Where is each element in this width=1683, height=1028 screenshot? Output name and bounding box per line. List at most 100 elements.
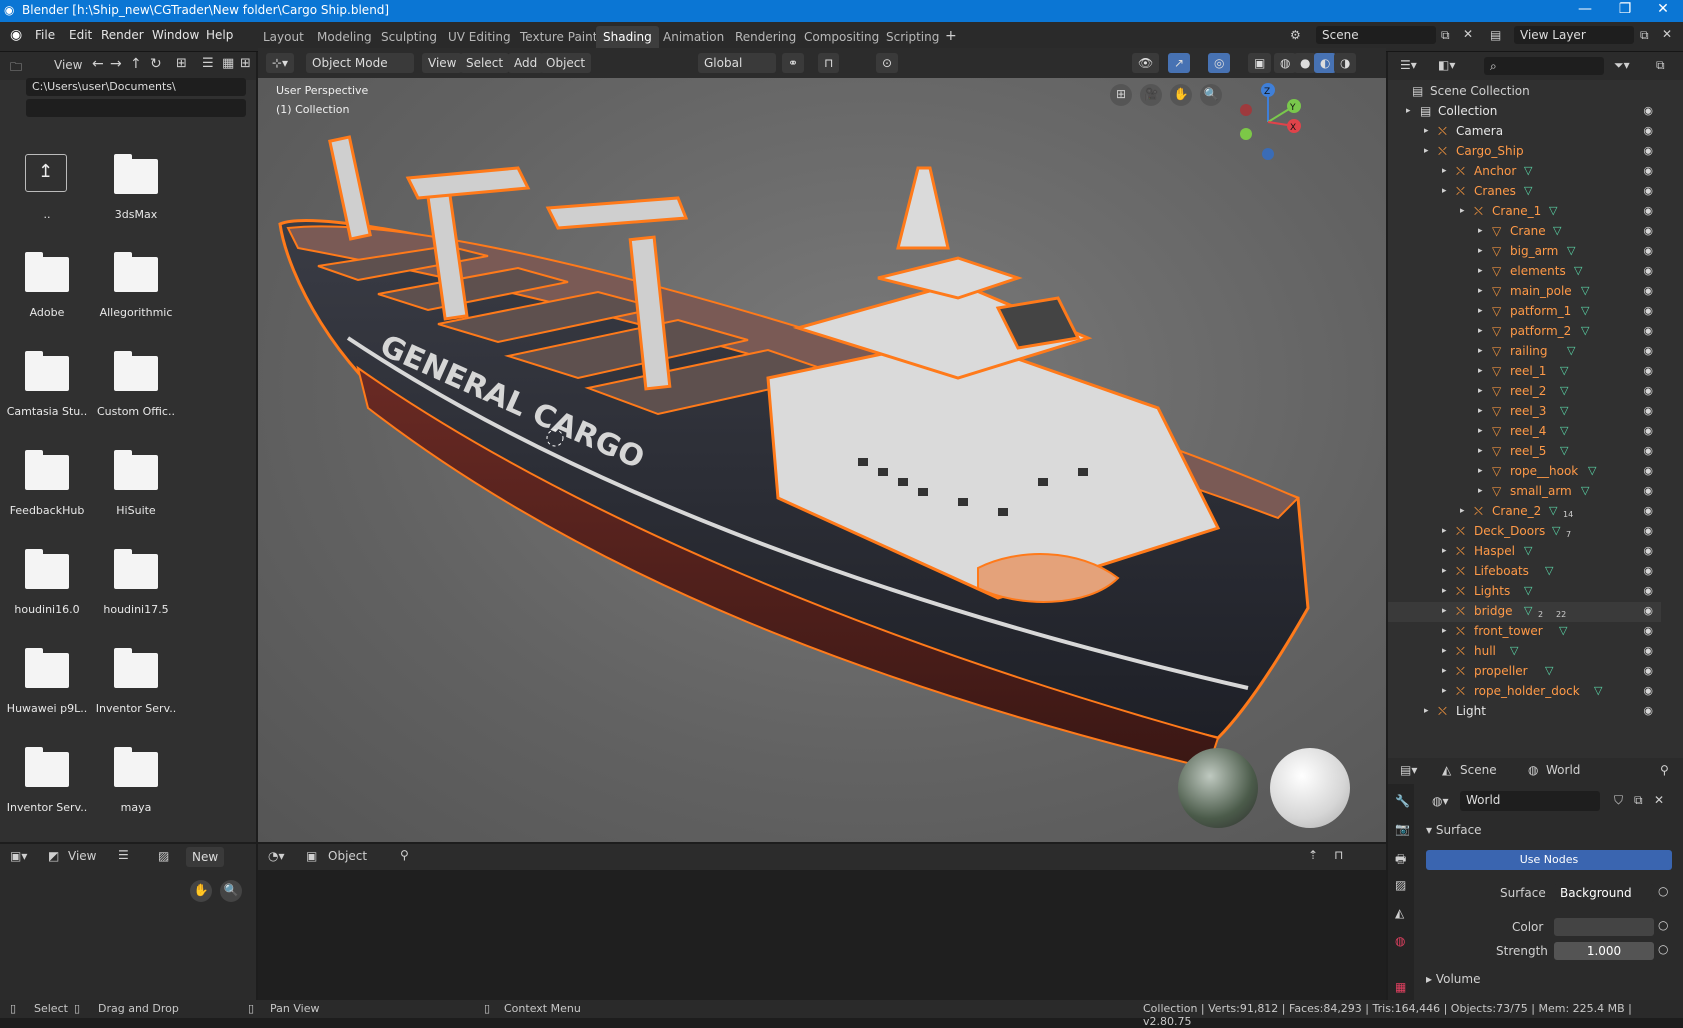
grid-view-icon[interactable]: ⊞ — [240, 56, 251, 71]
color-link-icon[interactable]: ○ — [1658, 918, 1668, 932]
expand-arrow-icon[interactable]: ▸ — [1442, 166, 1447, 176]
visibility-eye-icon[interactable]: ◉ — [1643, 424, 1653, 437]
expand-arrow-icon[interactable]: ▸ — [1442, 526, 1447, 536]
scene-field[interactable]: Scene — [1316, 26, 1436, 44]
expand-arrow-icon[interactable]: ▸ — [1478, 266, 1483, 276]
gizmo-icon[interactable]: ↗ — [1168, 53, 1191, 73]
tab-animation[interactable]: Animation — [656, 26, 731, 48]
surface-link-icon[interactable]: ○ — [1658, 884, 1668, 898]
image-view-menu[interactable]: View — [68, 849, 96, 863]
snap-icon[interactable]: ⊓ — [818, 53, 840, 73]
visibility-eye-icon[interactable]: ◉ — [1643, 284, 1653, 297]
expand-arrow-icon[interactable]: ▸ — [1478, 226, 1483, 236]
add-workspace-icon[interactable]: + — [945, 28, 957, 44]
outliner-row[interactable]: ▸ ▽ patform_1 ▽ ◉ — [1388, 302, 1661, 322]
visibility-eye-icon[interactable]: ◉ — [1643, 304, 1653, 317]
expand-arrow-icon[interactable]: ▸ — [1442, 646, 1447, 656]
volume-panel-toggle[interactable]: ▸ Volume — [1426, 972, 1480, 986]
visibility-eye-icon[interactable]: ◉ — [1643, 324, 1653, 337]
expand-arrow-icon[interactable]: ▸ — [1442, 626, 1447, 636]
visibility-eye-icon[interactable]: ◉ — [1643, 584, 1653, 597]
display-mode-icon[interactable]: ◧▾ — [1438, 58, 1455, 72]
properties-tab-world[interactable]: World — [1546, 763, 1580, 777]
expand-arrow-icon[interactable]: ▸ — [1478, 326, 1483, 336]
scene-tab-icon[interactable]: ◭ — [1395, 906, 1404, 920]
tab-sculpting[interactable]: Sculpting — [374, 26, 444, 48]
outliner-row[interactable]: ▸ ⛌ Crane_2 ▽ 14 ◉ — [1388, 502, 1661, 522]
visibility-eye-icon[interactable]: ◉ — [1643, 384, 1653, 397]
outliner-row[interactable]: ▸ ⛌ Cranes ▽ ◉ — [1388, 182, 1661, 202]
strength-field[interactable]: 1.000 — [1554, 942, 1654, 960]
back-arrow-icon[interactable]: ← — [92, 56, 104, 72]
world-type-icon[interactable]: ◍▾ — [1432, 794, 1449, 808]
visibility-eye-icon[interactable]: ◉ — [1643, 524, 1653, 537]
parent-dir-icon[interactable]: ↑ — [130, 56, 142, 72]
pan-hand-icon[interactable]: ✋ — [1170, 84, 1192, 106]
menu-edit[interactable]: Edit — [69, 28, 92, 42]
delete-view-layer-icon[interactable]: ✕ — [1662, 27, 1672, 41]
image-slot-icon[interactable]: ▨ — [158, 849, 169, 863]
new-view-layer-icon[interactable]: ⧉ — [1640, 28, 1649, 43]
snapping-icon[interactable]: ⊓ — [1334, 848, 1343, 862]
folder-houdini17[interactable]: houdini17.5 — [92, 541, 180, 637]
folder-3dsmax[interactable]: 3dsMax — [92, 146, 180, 242]
outliner-row[interactable]: ▸ ▤ Collection ◉ — [1388, 102, 1661, 122]
expand-arrow-icon[interactable]: ▸ — [1478, 486, 1483, 496]
expand-arrow-icon[interactable]: ▸ — [1442, 566, 1447, 576]
tool-tab-icon[interactable]: 🔧 — [1395, 794, 1410, 808]
visibility-eye-icon[interactable]: ◉ — [1643, 404, 1653, 417]
navigation-gizmo[interactable]: Z Y X — [1228, 82, 1308, 162]
outliner-row[interactable]: ▸ ⛌ hull ▽ ◉ — [1388, 642, 1661, 662]
editor-type-icon[interactable]: 🗀 — [10, 58, 22, 79]
expand-arrow-icon[interactable]: ▸ — [1442, 586, 1447, 596]
outliner-row[interactable]: ▸ ⛌ Light ◉ — [1388, 702, 1661, 722]
delete-scene-icon[interactable]: ✕ — [1463, 27, 1473, 41]
tab-modeling[interactable]: Modeling — [310, 26, 379, 48]
outliner-row[interactable]: ▸ ⛌ Lights ▽ ◉ — [1388, 582, 1661, 602]
tab-uv-editing[interactable]: UV Editing — [441, 26, 518, 48]
expand-arrow-icon[interactable]: ▸ — [1442, 686, 1447, 696]
toggle-grid-icon[interactable]: ⊞ — [1110, 84, 1132, 106]
list-view-icon[interactable]: ☰ — [202, 56, 214, 71]
visibility-eye-icon[interactable]: ◉ — [1643, 224, 1653, 237]
visibility-eye-icon[interactable]: ◉ — [1643, 504, 1653, 517]
3d-viewport[interactable]: User Perspective (1) Collection GENERAL … — [258, 78, 1386, 842]
expand-arrow-icon[interactable]: ▸ — [1478, 386, 1483, 396]
visibility-eye-icon[interactable]: ◉ — [1643, 344, 1653, 357]
outliner-row[interactable]: ▸ ⛌ Haspel ▽ ◉ — [1388, 542, 1661, 562]
visibility-eye-icon[interactable]: ◉ — [1643, 704, 1653, 717]
view-layer-field[interactable]: View Layer — [1514, 26, 1634, 44]
folder-inventor-2[interactable]: Inventor Serv.. — [3, 739, 91, 835]
menu-help[interactable]: Help — [206, 28, 233, 42]
expand-arrow-icon[interactable]: ▸ — [1424, 146, 1429, 156]
outliner-row[interactable]: ▸ ▽ reel_5 ▽ ◉ — [1388, 442, 1661, 462]
folder-houdini16[interactable]: houdini16.0 — [3, 541, 91, 637]
folder-camtasia[interactable]: Camtasia Stu.. — [3, 343, 91, 439]
scene-icon[interactable]: ⚙ — [1290, 28, 1301, 42]
folder-huwawei[interactable]: Huwawei p9L.. — [3, 640, 91, 736]
folder-feedbackhub[interactable]: FeedbackHub — [3, 442, 91, 538]
thumbnail-view-icon[interactable]: ▦ — [222, 56, 234, 71]
expand-arrow-icon[interactable]: ▸ — [1478, 246, 1483, 256]
folder-hisuite[interactable]: HiSuite — [92, 442, 180, 538]
outliner-row[interactable]: ▸ ▽ small_arm ▽ ◉ — [1388, 482, 1661, 502]
menu-file[interactable]: File — [35, 28, 55, 42]
outliner-row[interactable]: ▸ ▽ reel_3 ▽ ◉ — [1388, 402, 1661, 422]
proportional-edit-icon[interactable]: ⊙ — [876, 53, 899, 73]
file-name-input[interactable] — [26, 99, 246, 117]
view-layer-icon[interactable]: ▤ — [1490, 28, 1501, 42]
outliner-row[interactable]: ▸ ⛌ Cargo_Ship ◉ — [1388, 142, 1661, 162]
visibility-eye-icon[interactable]: ◉ — [1643, 204, 1653, 217]
close-button[interactable]: ✕ — [1643, 1, 1683, 21]
outliner-row[interactable]: ▸ ⛌ Lifeboats ▽ ◉ — [1388, 562, 1661, 582]
editor-type-icon[interactable]: ▤▾ — [1400, 763, 1417, 777]
expand-arrow-icon[interactable]: ▸ — [1442, 546, 1447, 556]
transform-orientation-dropdown[interactable]: Global — [698, 53, 776, 73]
outliner-row[interactable]: ▸ ⛌ bridge ▽ 2 22 ◉ — [1388, 602, 1661, 622]
outliner-row[interactable]: ▸ ▽ main_pole ▽ ◉ — [1388, 282, 1661, 302]
expand-arrow-icon[interactable]: ▸ — [1478, 466, 1483, 476]
visibility-eye-icon[interactable]: ◉ — [1643, 444, 1653, 457]
visibility-eye-icon[interactable]: ◉ — [1643, 664, 1653, 677]
scene-tab-icon[interactable]: ◭ — [1442, 763, 1451, 777]
expand-arrow-icon[interactable]: ▸ — [1442, 666, 1447, 676]
